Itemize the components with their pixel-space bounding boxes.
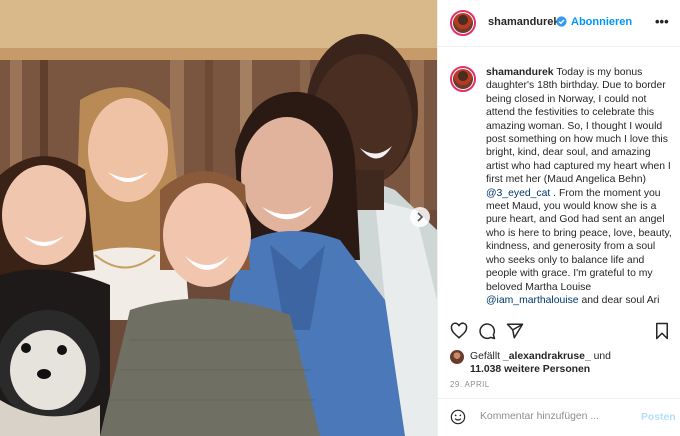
- caption-text: shamandurek Today is my bonus daughter's…: [486, 66, 672, 307]
- smiley-icon[interactable]: [450, 409, 466, 425]
- post-caption: shamandurek Today is my bonus daughter's…: [450, 60, 672, 318]
- mention-link[interactable]: @3_eyed_cat: [486, 188, 550, 199]
- more-options-button[interactable]: •••: [655, 14, 669, 29]
- likes-prefix: Gefällt: [470, 351, 503, 362]
- likes-connector: und: [590, 351, 611, 362]
- verified-badge-icon: [556, 16, 567, 27]
- follow-button[interactable]: Abonnieren: [571, 16, 632, 28]
- caption-body: and dear soul Ari: [578, 294, 660, 306]
- liker-avatar: [450, 350, 464, 364]
- caption-username-link[interactable]: shamandurek: [486, 67, 554, 78]
- mention-link[interactable]: @iam_marthalouise: [486, 295, 579, 306]
- caption-body: Today is my bonus daughter's 18th birthd…: [486, 67, 671, 186]
- post-side-panel: shamandurek Abonnieren ••• shamandurek T…: [437, 0, 680, 436]
- post-photo[interactable]: [0, 0, 437, 436]
- post-date: 29. APRIL: [450, 380, 490, 389]
- comment-bar: Posten: [438, 398, 680, 436]
- caption-body: . From the moment you meet Maud, you wou…: [486, 187, 672, 293]
- family-photo-illustration: [0, 0, 437, 436]
- comment-icon[interactable]: [478, 322, 496, 340]
- post-header: shamandurek Abonnieren •••: [438, 0, 680, 47]
- liker-username-link[interactable]: _alexandrakruse_: [503, 351, 591, 362]
- heart-icon[interactable]: [450, 322, 468, 340]
- share-icon[interactable]: [506, 322, 524, 340]
- likes-summary: Gefällt _alexandrakruse_ und 11.038 weite…: [450, 348, 674, 378]
- avatar[interactable]: [450, 66, 476, 92]
- username-link[interactable]: shamandurek: [488, 16, 560, 28]
- bookmark-icon[interactable]: [654, 322, 670, 340]
- likes-text: Gefällt _alexandrakruse_ und 11.038 weite…: [470, 350, 670, 376]
- chevron-right-icon: [417, 212, 424, 222]
- comment-input[interactable]: [480, 411, 630, 422]
- post-actions: [448, 322, 673, 344]
- avatar[interactable]: [450, 10, 476, 36]
- post-comment-button[interactable]: Posten: [641, 412, 676, 423]
- carousel-next-button[interactable]: [410, 207, 430, 227]
- likes-count-link[interactable]: 11.038 weitere Personen: [470, 364, 590, 375]
